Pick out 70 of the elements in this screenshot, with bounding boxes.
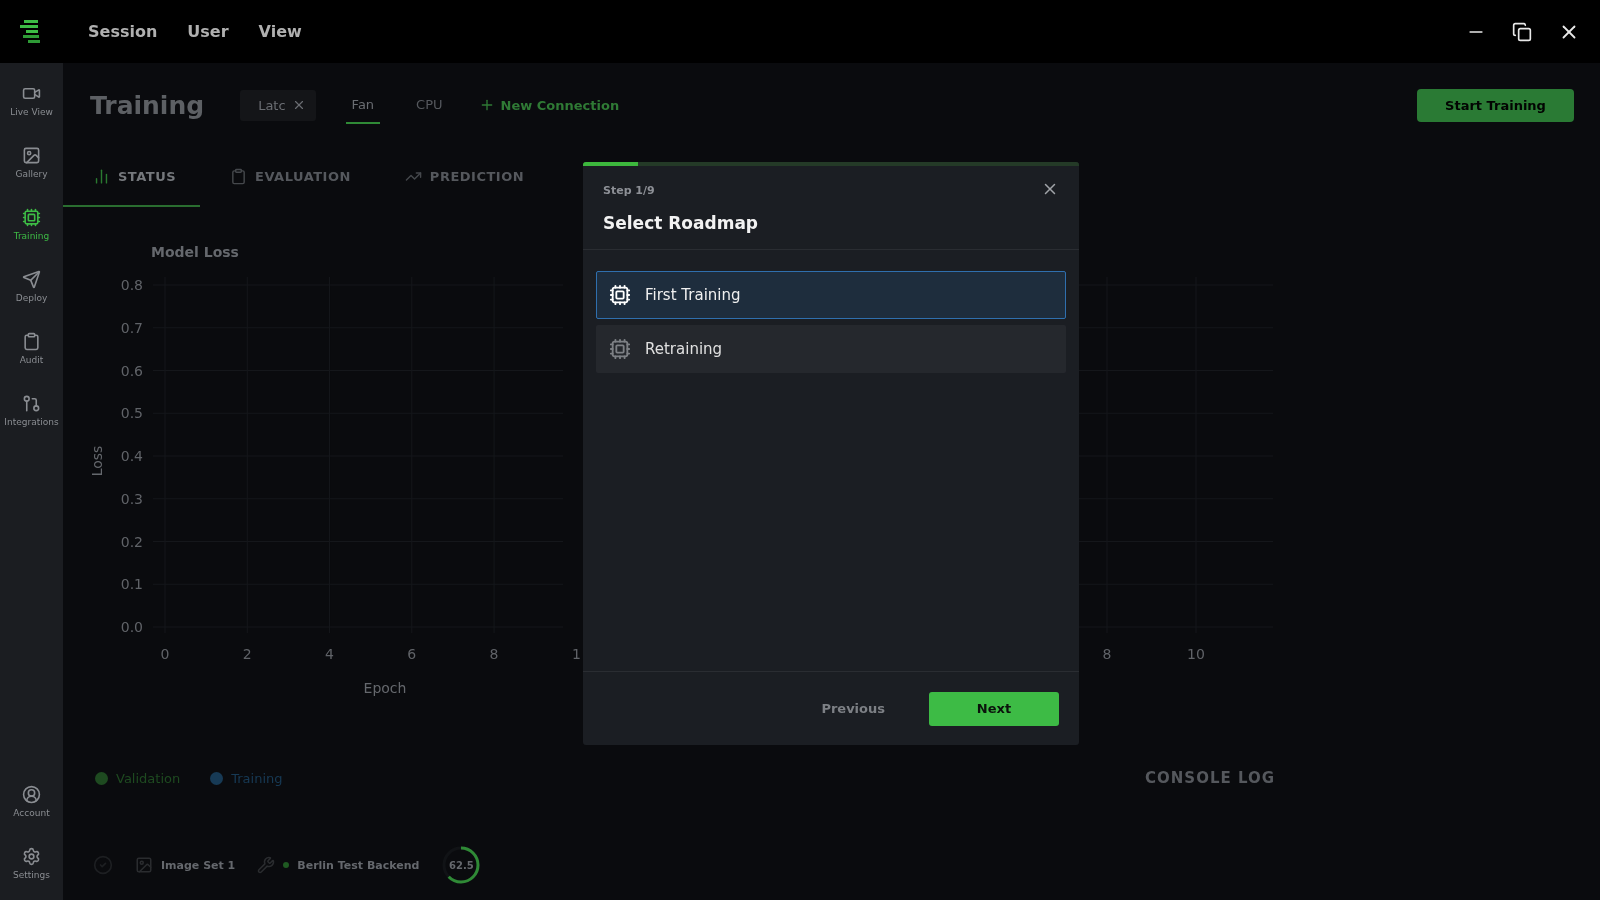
- sidebar-item[interactable]: Gallery: [0, 131, 63, 193]
- next-button[interactable]: Next: [929, 691, 1059, 726]
- tab[interactable]: STATUS: [63, 147, 201, 207]
- step-label: Step 1/9: [603, 184, 655, 197]
- y-tick-label: 0.0: [120, 619, 143, 635]
- connection-tab[interactable]: Fan: [345, 86, 381, 124]
- branch-icon: [22, 393, 41, 413]
- roadmap-option[interactable]: Retraining: [596, 325, 1066, 373]
- x-tick-label: 10: [1187, 646, 1205, 662]
- x-tick-label: 4: [325, 646, 334, 662]
- cpu-icon: [609, 338, 631, 360]
- start-training-button[interactable]: Start Training: [1417, 88, 1574, 122]
- y-axis-label: Loss: [89, 445, 105, 477]
- y-tick-label: 0.6: [120, 362, 143, 379]
- sidebar-item[interactable]: Account: [0, 770, 63, 832]
- sidebar-item[interactable]: Integrations: [0, 379, 63, 441]
- tab[interactable]: EVALUATION: [200, 147, 375, 207]
- menu-item[interactable]: View: [258, 22, 302, 41]
- sidebar-item[interactable]: Deploy: [0, 255, 63, 317]
- connection-tab[interactable]: CPU: [410, 86, 449, 124]
- x-axis-label: Epoch: [363, 680, 407, 696]
- sidebar-item[interactable]: Training: [0, 193, 63, 255]
- y-tick-label: 0.7: [120, 319, 143, 336]
- dialog-title: Select Roadmap: [603, 213, 760, 233]
- cpu-icon: [22, 207, 41, 227]
- y-tick-label: 0.1: [120, 576, 143, 593]
- console-log-label[interactable]: CONSOLE LOG: [1145, 769, 1275, 787]
- previous-button[interactable]: Previous: [815, 700, 891, 717]
- x-tick-label: 2: [242, 646, 252, 662]
- legend-label: Validation: [116, 770, 181, 786]
- sidebar-item[interactable]: Live View: [0, 69, 63, 131]
- sidebar-item[interactable]: Settings: [0, 832, 63, 894]
- x-tick-label: 8: [489, 646, 499, 662]
- menu-item[interactable]: User: [187, 22, 229, 41]
- new-connection-link[interactable]: New Connection: [478, 97, 620, 113]
- clipboard-icon: [22, 331, 41, 351]
- clipboard-icon: [230, 167, 248, 185]
- connection-chip[interactable]: Latc: [240, 89, 316, 121]
- y-tick-label: 0.3: [120, 490, 143, 507]
- y-tick-label: 0.8: [120, 277, 143, 293]
- y-tick-label: 0.2: [120, 533, 143, 550]
- gauge-reading: 62.5: [449, 859, 474, 871]
- sidebar-item[interactable]: Audit: [0, 317, 63, 379]
- image-icon: [22, 145, 41, 165]
- user-icon: [22, 784, 41, 804]
- chart-title: Model Loss: [151, 244, 239, 260]
- roadmap-option[interactable]: First Training: [596, 271, 1066, 319]
- legend-label: Training: [231, 770, 283, 786]
- y-tick-label: 0.5: [120, 405, 143, 422]
- x-tick-label: 0: [160, 646, 170, 662]
- settings-icon: [22, 846, 41, 866]
- page-title: Training: [90, 90, 205, 120]
- menu-item[interactable]: Session: [88, 22, 158, 41]
- option-label: Retraining: [645, 340, 723, 358]
- bar-chart-icon: [93, 167, 110, 185]
- x-tick-label: 1: [571, 646, 581, 662]
- x-tick-label: 8: [1102, 646, 1112, 662]
- logo: [20, 19, 42, 44]
- x-tick-label: 6: [407, 646, 417, 662]
- tab[interactable]: PREDICTION: [374, 147, 549, 207]
- wrench-icon: [257, 856, 276, 874]
- backend-label: Berlin Test Backend: [297, 858, 420, 872]
- paper-plane-icon: [22, 269, 41, 289]
- option-label: First Training: [645, 286, 741, 304]
- cpu-icon: [609, 284, 631, 306]
- restore-icon[interactable]: [1512, 21, 1532, 42]
- status-dot: [283, 862, 290, 868]
- image-icon: [135, 856, 153, 874]
- y-tick-label: 0.4: [120, 448, 143, 464]
- image-set-label: Image Set 1: [161, 858, 236, 872]
